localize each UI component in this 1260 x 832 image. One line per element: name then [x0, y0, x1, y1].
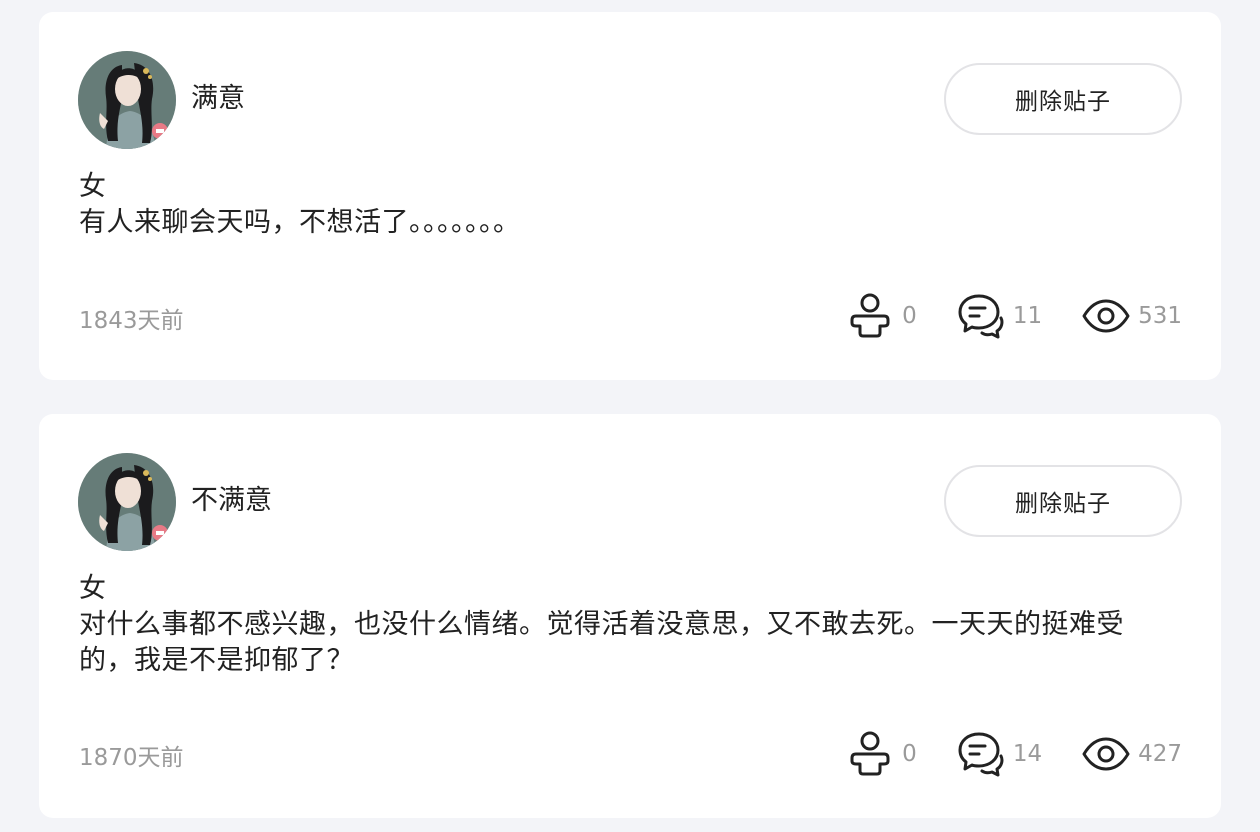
- post-time: 1870天前: [79, 745, 184, 771]
- post-gender: 女: [79, 171, 107, 202]
- post-content[interactable]: 女 有人来聊会天吗，不想活了。。。。。。。: [79, 169, 1169, 241]
- like-count: 0: [902, 741, 917, 767]
- eye-icon: [1082, 292, 1130, 340]
- post-text: 有人来聊会天吗，不想活了。。。。。。。: [79, 207, 521, 238]
- view-stat: 427: [1082, 730, 1182, 778]
- like-stat[interactable]: 0: [846, 730, 917, 778]
- comment-bubble-icon[interactable]: [957, 730, 1005, 778]
- avatar[interactable]: [78, 51, 176, 149]
- post-card[interactable]: 不满意 删除贴子 女 对什么事都不感兴趣，也没什么情绪。觉得活着没意思，又不敢去…: [39, 414, 1221, 818]
- view-stat: 531: [1082, 292, 1182, 340]
- comment-stat[interactable]: 14: [957, 730, 1042, 778]
- post-stats: 0 11 531: [846, 292, 1182, 340]
- delete-post-button[interactable]: 删除贴子: [944, 63, 1182, 135]
- username[interactable]: 不满意: [191, 482, 272, 520]
- delete-post-button[interactable]: 删除贴子: [944, 465, 1182, 537]
- avatar[interactable]: [78, 453, 176, 551]
- view-count: 531: [1138, 303, 1182, 329]
- post-content[interactable]: 女 对什么事都不感兴趣，也没什么情绪。觉得活着没意思，又不敢去死。一天天的挺难受…: [79, 571, 1169, 679]
- comment-count: 11: [1012, 303, 1043, 329]
- like-stat[interactable]: 0: [846, 292, 917, 340]
- eye-icon: [1082, 730, 1130, 778]
- person-icon[interactable]: [846, 730, 894, 778]
- post-time: 1843天前: [79, 308, 184, 334]
- comment-bubble-icon[interactable]: [957, 292, 1005, 340]
- username[interactable]: 满意: [191, 80, 245, 118]
- post-stats: 0 14 427: [846, 730, 1182, 778]
- comment-count: 14: [1012, 741, 1043, 767]
- post-card[interactable]: 满意 删除贴子 女 有人来聊会天吗，不想活了。。。。。。。 1843天前 0 1…: [39, 12, 1221, 380]
- post-list: 满意 删除贴子 女 有人来聊会天吗，不想活了。。。。。。。 1843天前 0 1…: [0, 0, 1260, 832]
- view-count: 427: [1138, 741, 1182, 767]
- post-text: 对什么事都不感兴趣，也没什么情绪。觉得活着没意思，又不敢去死。一天天的挺难受的，…: [79, 609, 1124, 676]
- like-count: 0: [902, 303, 917, 329]
- comment-stat[interactable]: 11: [957, 292, 1042, 340]
- post-gender: 女: [79, 573, 107, 604]
- person-icon[interactable]: [846, 292, 894, 340]
